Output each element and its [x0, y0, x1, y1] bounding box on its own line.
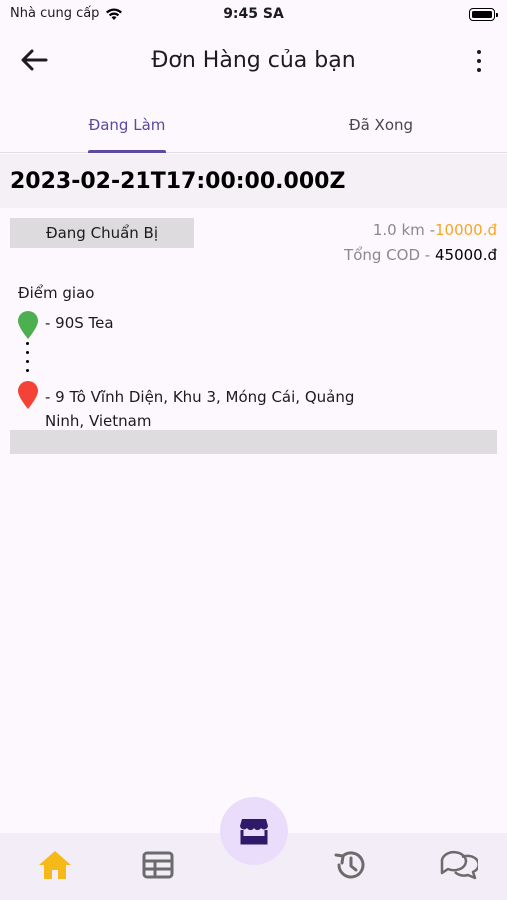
order-card-footer [10, 430, 497, 454]
route-dots [26, 342, 30, 372]
chat-icon [440, 850, 478, 880]
distance-fee-line: 1.0 km -10000.đ [373, 221, 497, 239]
battery-icon [469, 8, 498, 21]
dropoff-pin-icon [18, 381, 38, 409]
order-status-badge[interactable]: Đang Chuẩn Bị [10, 218, 194, 248]
nav-home[interactable] [35, 847, 75, 883]
status-time: 9:45 SA [223, 6, 284, 22]
order-date: 2023-02-21T17:00:00.000Z [10, 169, 346, 194]
distance-text: 1.0 km - [372, 221, 435, 239]
tab-indicator [88, 150, 166, 153]
tab-in-progress[interactable]: Đang Làm [0, 100, 254, 153]
app-bar: Đơn Hàng của bạn [0, 36, 507, 86]
delivery-points-label: Điểm giao [18, 284, 95, 302]
home-icon [39, 851, 71, 879]
page-title: Đơn Hàng của bạn [151, 48, 356, 73]
nav-table[interactable] [138, 847, 178, 883]
more-options-button[interactable] [467, 48, 491, 74]
table-icon [142, 851, 174, 879]
dropoff-address: - 9 Tô Vĩnh Diện, Khu 3, Móng Cái, Quảng… [45, 388, 355, 430]
status-bar: Nhà cung cấp 9:45 SA [0, 0, 507, 28]
tab-label: Đã Xong [348, 116, 414, 134]
cod-line: Tổng COD - 45000.đ [344, 246, 497, 264]
tab-completed[interactable]: Đã Xong [254, 100, 507, 152]
order-header: 2023-02-21T17:00:00.000Z [0, 154, 507, 208]
history-icon [334, 851, 365, 879]
pickup-pin-icon [18, 311, 38, 339]
shipping-fee: 10000.đ [434, 221, 497, 239]
tab-label: Đang Làm [88, 116, 166, 134]
cod-label: Tổng COD - [344, 246, 431, 264]
nav-chat[interactable] [438, 847, 478, 883]
tab-bar: Đang Làm Đã Xong [0, 100, 507, 153]
store-icon [240, 819, 268, 845]
nav-history[interactable] [330, 847, 370, 883]
pickup-address: - 90S Tea [45, 314, 114, 332]
more-vertical-icon [477, 50, 481, 54]
cod-amount: 45000.đ [434, 246, 497, 264]
store-button[interactable] [220, 797, 288, 865]
